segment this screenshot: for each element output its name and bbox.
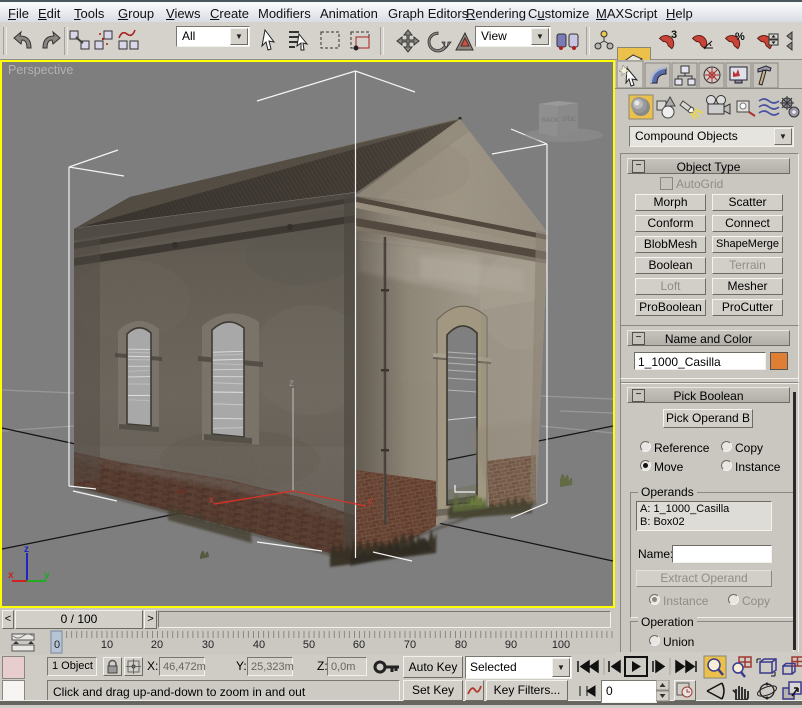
svg-text:SIDE: SIDE	[562, 117, 576, 123]
svg-text:z: z	[24, 544, 29, 555]
svg-text:x: x	[209, 495, 214, 506]
svg-text:3: 3	[671, 29, 677, 41]
svg-text:x: x	[8, 570, 14, 581]
svg-text:Perspective: Perspective	[8, 63, 73, 77]
svg-text:%: %	[735, 31, 745, 43]
svg-text:z: z	[289, 378, 294, 389]
svg-text:y: y	[44, 570, 50, 581]
svg-text:BACK: BACK	[542, 118, 558, 124]
svg-text:y: y	[368, 496, 373, 507]
